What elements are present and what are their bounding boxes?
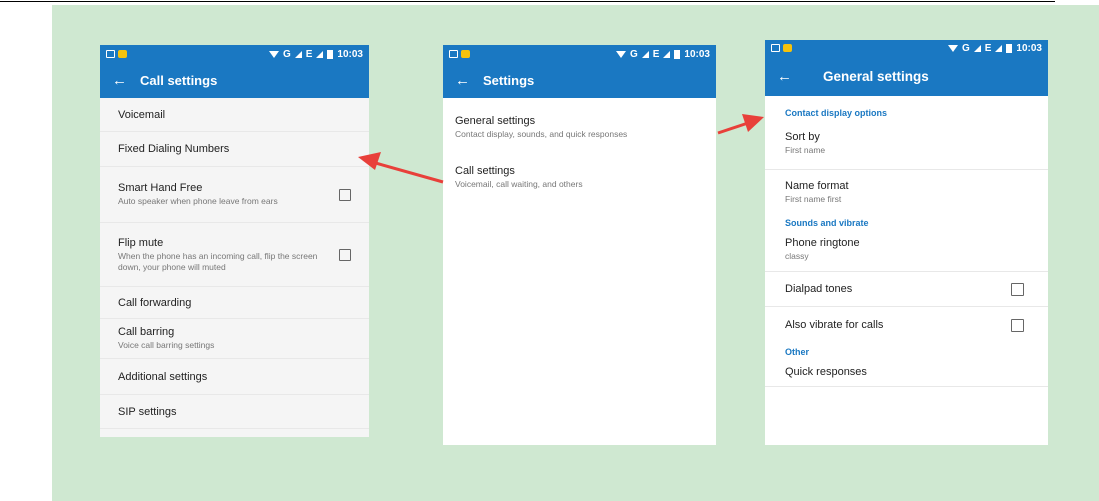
menu-title: General settings — [455, 115, 536, 127]
pref-title: Phone ringtone — [785, 237, 860, 250]
pref-title: Name format — [785, 179, 849, 192]
back-arrow-icon[interactable]: ← — [777, 68, 805, 85]
section-other: Other — [785, 347, 810, 357]
pref-quick-responses[interactable]: Quick responses — [765, 357, 1048, 387]
dialpad-tones-checkbox[interactable] — [1011, 282, 1024, 296]
menu-summary: Voicemail, call waiting, and others — [455, 179, 583, 190]
app-bar: ← Settings — [443, 63, 716, 98]
menu-general-settings[interactable]: General settings Contact display, sounds… — [443, 108, 716, 146]
notification-icon — [449, 50, 458, 58]
signal-icon — [973, 44, 981, 52]
setting-title: Voicemail — [118, 108, 166, 121]
app-notification-icon — [783, 44, 792, 52]
vibrate-calls-checkbox[interactable] — [1011, 318, 1024, 332]
setting-flip-mute[interactable]: Flip mute When the phone has an incoming… — [100, 223, 369, 287]
app-notification-icon — [461, 50, 470, 58]
status-time: 10:03 — [684, 48, 710, 60]
status-bar: G E 10:03 — [443, 45, 716, 63]
smart-hand-free-checkbox[interactable] — [339, 188, 351, 201]
pref-title: Quick responses — [785, 365, 867, 378]
network-label-2: E — [652, 48, 660, 60]
notification-icon — [771, 44, 780, 52]
setting-title: Call barring — [118, 326, 175, 339]
network-label-2: E — [984, 42, 992, 54]
network-label: G — [629, 48, 638, 60]
network-label-2: E — [305, 48, 313, 60]
setting-voicemail[interactable]: Voicemail — [100, 98, 369, 132]
pref-phone-ringtone[interactable]: Phone ringtone classy — [765, 228, 1048, 272]
app-notification-icon — [118, 50, 127, 58]
back-arrow-icon[interactable]: ← — [455, 72, 483, 89]
status-bar: G E 10:03 — [765, 40, 1048, 56]
setting-additional[interactable]: Additional settings — [100, 359, 369, 395]
signal-icon-2 — [995, 44, 1003, 52]
setting-sip[interactable]: SIP settings — [100, 395, 369, 429]
setting-summary: Voice call barring settings — [118, 340, 215, 351]
phone-general-settings: G E 10:03 ← General settings Contact dis… — [765, 40, 1048, 445]
page-title: Settings — [483, 73, 535, 88]
signal-icon-2 — [316, 50, 324, 58]
setting-title: Smart Hand Free — [118, 182, 203, 195]
pref-sort-by[interactable]: Sort by First name — [765, 118, 1048, 170]
wifi-icon — [947, 44, 958, 52]
setting-title: Call forwarding — [118, 296, 192, 309]
app-bar: ← Call settings — [100, 63, 369, 98]
section-contact-display: Contact display options — [785, 108, 888, 118]
menu-summary: Contact display, sounds, and quick respo… — [455, 129, 628, 139]
page-title: General settings — [823, 68, 929, 84]
battery-icon — [1006, 43, 1013, 53]
setting-fixed-dialing[interactable]: Fixed Dialing Numbers — [100, 132, 369, 167]
top-rule — [0, 1, 1055, 2]
wifi-icon — [268, 50, 279, 58]
signal-icon — [641, 50, 649, 58]
phone-settings: G E 10:03 ← Settings General settings Co… — [443, 45, 716, 445]
pref-summary: First name — [785, 145, 826, 156]
setting-title: Fixed Dialing Numbers — [118, 143, 230, 155]
setting-summary: Auto speaker when phone leave from ears — [118, 196, 278, 207]
notification-icon — [106, 50, 115, 58]
network-label: G — [961, 42, 970, 54]
pref-title: Dialpad tones — [785, 283, 853, 295]
setting-smart-hand-free[interactable]: Smart Hand Free Auto speaker when phone … — [100, 167, 369, 223]
menu-title: Call settings — [455, 165, 515, 178]
pref-summary: classy — [785, 251, 809, 262]
section-sounds-vibrate: Sounds and vibrate — [785, 218, 869, 228]
setting-summary: When the phone has an incoming call, fli… — [118, 251, 318, 272]
status-time: 10:03 — [337, 48, 363, 60]
pref-name-format[interactable]: Name format First name first — [765, 170, 1048, 214]
pref-vibrate-calls[interactable]: Also vibrate for calls — [765, 307, 1048, 343]
setting-call-forwarding[interactable]: Call forwarding — [100, 287, 369, 319]
phone-call-settings: G E 10:03 ← Call settings Voicemail Fixe… — [100, 45, 369, 437]
pref-dialpad-tones[interactable]: Dialpad tones — [765, 272, 1048, 307]
setting-title: Flip mute — [118, 237, 164, 250]
signal-icon-2 — [663, 50, 671, 58]
network-label: G — [282, 48, 291, 60]
status-time: 10:03 — [1016, 42, 1042, 54]
pref-summary: First name first — [785, 193, 842, 204]
setting-title: Additional settings — [118, 370, 208, 383]
pref-title: Also vibrate for calls — [785, 319, 884, 331]
status-bar: G E 10:03 — [100, 45, 369, 63]
battery-icon — [327, 49, 334, 59]
app-bar: ← General settings — [765, 56, 1048, 96]
setting-call-barring[interactable]: Call barring Voice call barring settings — [100, 319, 369, 359]
setting-title: SIP settings — [118, 405, 177, 418]
menu-call-settings[interactable]: Call settings Voicemail, call waiting, a… — [443, 158, 716, 196]
flip-mute-checkbox[interactable] — [339, 248, 351, 261]
back-arrow-icon[interactable]: ← — [112, 72, 140, 89]
page-title: Call settings — [140, 73, 218, 88]
wifi-icon — [615, 50, 626, 58]
battery-icon — [674, 49, 681, 59]
pref-title: Sort by — [785, 131, 820, 144]
signal-icon — [294, 50, 302, 58]
